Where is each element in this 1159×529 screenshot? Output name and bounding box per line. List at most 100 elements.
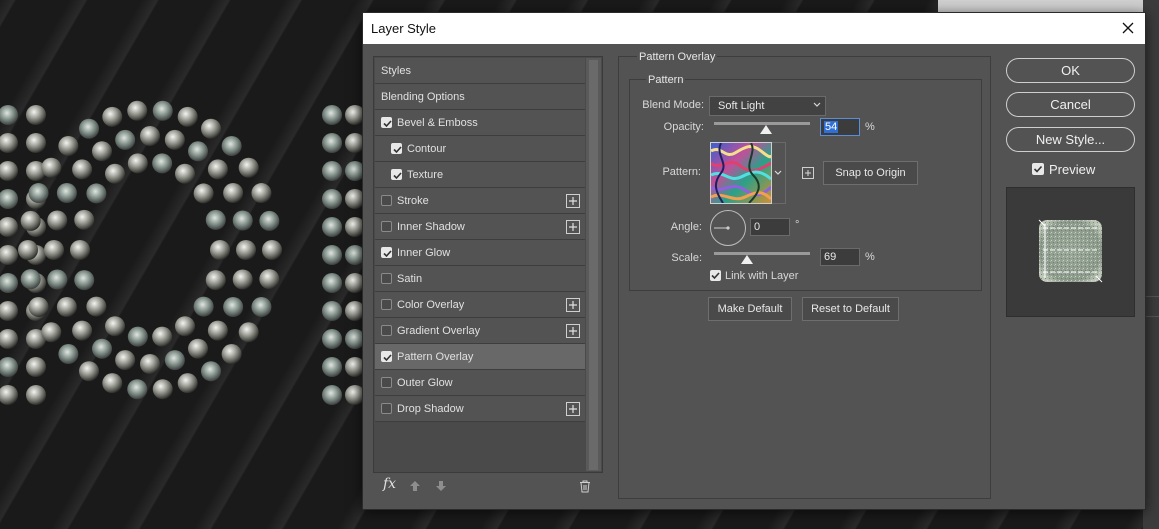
style-enable-checkbox[interactable] [381,195,392,206]
create-preset-button[interactable] [802,167,814,179]
add-instance-button[interactable] [566,324,580,338]
rhinestone-bead [105,316,125,337]
move-down-button[interactable] [435,480,447,495]
style-item-color-overlay[interactable]: Color Overlay [375,292,585,318]
snap-to-origin-button[interactable]: Snap to Origin [823,161,918,185]
add-instance-button[interactable] [566,194,580,208]
rhinestone-bead [177,106,198,127]
add-instance-button[interactable] [566,402,580,416]
style-item-label: Stroke [397,194,429,207]
style-enable-checkbox[interactable] [391,143,402,154]
style-item-gradient-overlay[interactable]: Gradient Overlay [375,318,585,344]
cancel-button[interactable]: Cancel [1006,92,1135,117]
chevron-down-icon [774,170,782,175]
preview-checkbox[interactable] [1032,163,1044,175]
rhinestone-bead [18,240,38,260]
rhinestone-bead [74,270,95,291]
angle-label: Angle: [670,221,702,233]
close-button[interactable] [1115,16,1141,40]
rhinestone-bead [322,133,342,153]
style-enable-checkbox[interactable] [381,221,392,232]
opacity-slider-thumb[interactable] [759,125,772,134]
style-item-styles[interactable]: Styles [375,58,585,84]
rhinestone-bead [164,350,185,371]
pattern-subgroup: Pattern Blend Mode: Soft Light Opacity: … [629,74,982,291]
style-enable-checkbox[interactable] [381,117,392,128]
plus-icon [569,223,577,231]
rhinestone-bead [115,129,136,150]
ok-button[interactable]: OK [1006,58,1135,83]
angle-value: 0 [754,221,761,233]
scrollbar-track[interactable] [589,60,598,470]
add-instance-button[interactable] [566,298,580,312]
rhinestone-bead [205,270,226,291]
styles-scrollbar[interactable] [586,58,601,471]
style-item-outer-glow[interactable]: Outer Glow [375,370,585,396]
style-item-bevel-emboss[interactable]: Bevel & Emboss [375,110,585,136]
rhinestone-bead [322,217,342,237]
angle-dial-indicator-icon [714,226,730,230]
rhinestone-bead [102,373,123,394]
move-up-button[interactable] [409,480,421,495]
rhinestone-bead [28,183,49,204]
style-enable-checkbox[interactable] [381,351,392,362]
rhinestone-bead [221,135,242,156]
rhinestone-bead [0,385,18,405]
style-item-texture[interactable]: Texture [375,162,585,188]
opacity-input[interactable]: 54 [820,118,860,136]
blend-mode-dropdown[interactable]: Soft Light [709,96,826,116]
pattern-picker-dropdown[interactable] [772,142,786,204]
style-enable-checkbox[interactable] [381,299,392,310]
rhinestone-bead [251,296,272,317]
style-item-drop-shadow[interactable]: Drop Shadow [375,396,585,422]
rhinestone-bead [26,357,46,377]
style-enable-checkbox[interactable] [381,403,392,414]
rhinestone-bead [140,354,160,374]
rhinestone-bead [322,301,342,321]
add-instance-button[interactable] [566,220,580,234]
fx-button[interactable]: fx [383,476,396,492]
rhinestone-bead [193,296,214,317]
pattern-overlay-group: Pattern Overlay Pattern Blend Mode: Soft… [618,51,991,499]
style-enable-checkbox[interactable] [381,377,392,388]
plus-icon [569,301,577,309]
plus-icon [805,170,811,176]
style-enable-checkbox[interactable] [381,325,392,336]
style-enable-checkbox[interactable] [391,169,402,180]
link-with-layer-checkbox[interactable] [710,270,721,281]
delete-effect-button[interactable] [579,480,591,496]
rhinestone-bead [102,106,123,127]
new-style-button[interactable]: New Style... [1006,127,1135,152]
rhinestone-bead [115,350,136,371]
scale-input[interactable]: 69 [820,248,860,266]
checkmark-icon [383,354,392,362]
style-item-blending-options[interactable]: Blending Options [375,84,585,110]
style-enable-checkbox[interactable] [381,247,392,258]
rhinestone-bead [201,361,221,382]
rhinestone-bead [92,141,112,162]
pattern-swatch[interactable] [710,142,772,204]
rhinestone-bead [74,209,95,230]
angle-dial[interactable] [710,210,746,246]
angle-input[interactable]: 0 [750,218,790,236]
rhinestone-bead [56,183,77,203]
rhinestone-bead [56,297,77,317]
rhinestone-bead [47,210,68,231]
style-item-contour[interactable]: Contour [375,136,585,162]
rhinestone-bead [152,153,173,174]
make-default-button[interactable]: Make Default [708,297,792,321]
style-item-inner-shadow[interactable]: Inner Shadow [375,214,585,240]
style-item-satin[interactable]: Satin [375,266,585,292]
rhinestone-bead [322,245,342,265]
style-enable-checkbox[interactable] [381,273,392,284]
opacity-value: 54 [824,121,839,133]
style-item-stroke[interactable]: Stroke [375,188,585,214]
rhinestone-bead [20,210,41,231]
rhinestone-bead [152,379,173,400]
scale-slider-thumb[interactable] [741,255,754,264]
style-item-pattern-overlay[interactable]: Pattern Overlay [375,344,585,370]
scale-slider-track[interactable] [714,252,810,255]
reset-to-default-button[interactable]: Reset to Default [802,297,899,321]
preview-label: Preview [1049,162,1096,177]
style-item-inner-glow[interactable]: Inner Glow [375,240,585,266]
